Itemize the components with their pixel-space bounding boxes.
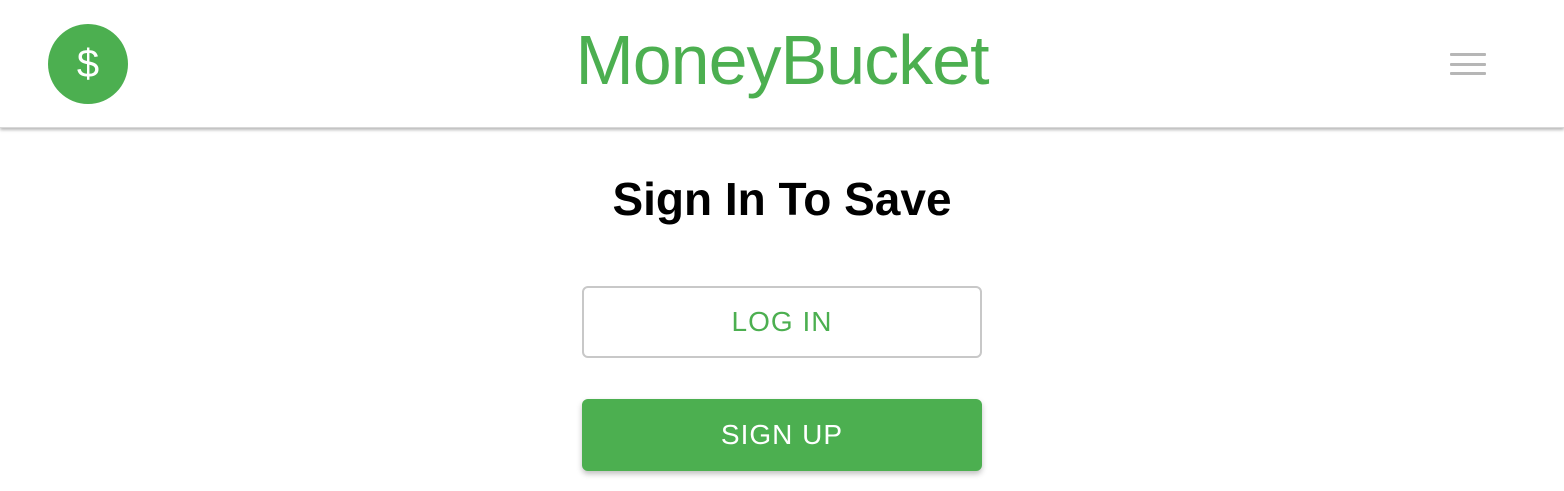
signup-button-label: SIGN UP (720, 419, 844, 450)
app-header: $ MoneyBucket (0, 0, 1564, 128)
menu-bar (1450, 62, 1486, 66)
main-content: Sign In To Save LOG IN SIGN UP (0, 129, 1564, 491)
page-heading: Sign In To Save (612, 173, 952, 225)
login-button[interactable]: LOG IN (582, 286, 982, 358)
menu-button[interactable] (1444, 44, 1492, 84)
signup-button[interactable]: SIGN UP (582, 399, 982, 471)
menu-bar (1450, 53, 1486, 56)
login-button-label: LOG IN (731, 306, 833, 337)
hamburger-menu-icon (1450, 53, 1486, 75)
menu-bar (1450, 72, 1486, 75)
app-title: MoneyBucket (575, 21, 989, 99)
